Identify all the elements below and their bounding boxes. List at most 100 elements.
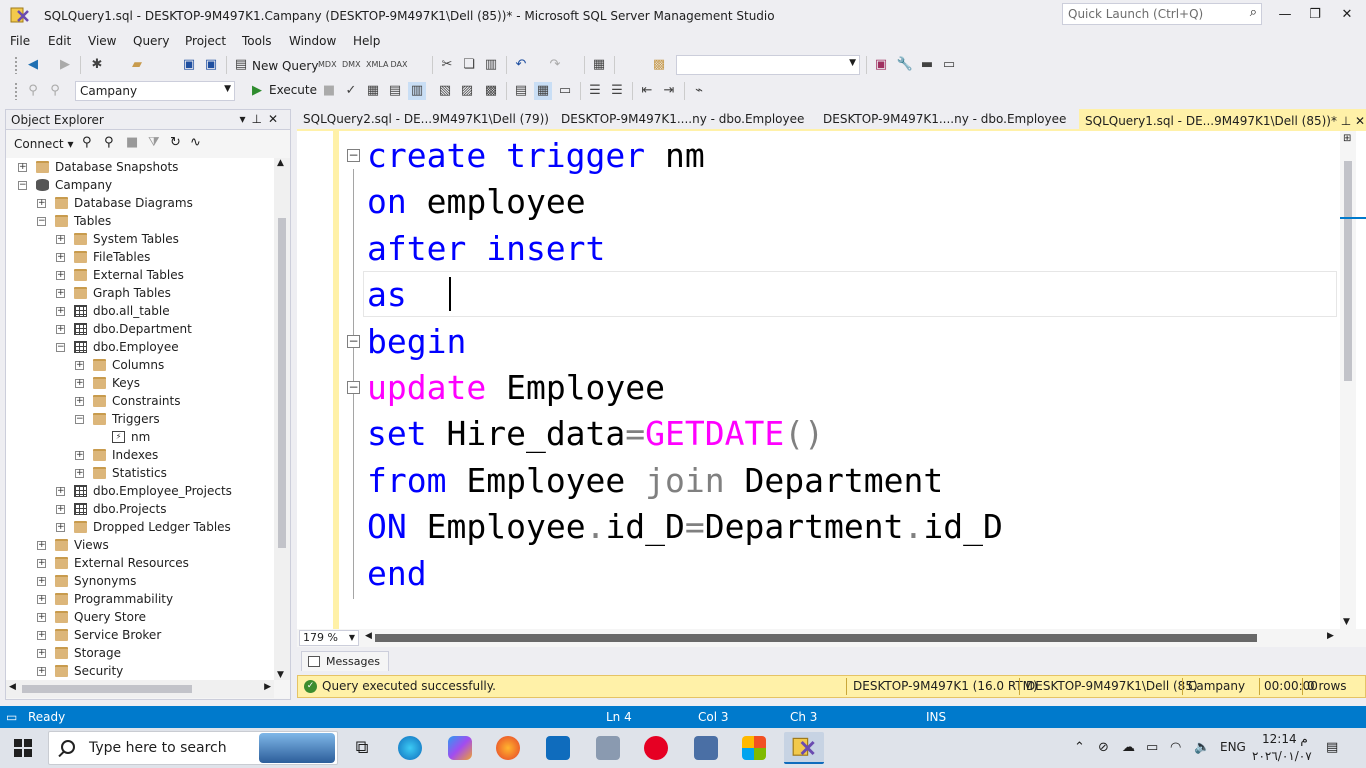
increase-indent-icon[interactable]: ⇥ (660, 82, 678, 100)
results-to-file-icon[interactable]: ▭ (556, 82, 574, 100)
tree-node[interactable]: + dbo.Employee_Projects (6, 482, 274, 500)
command-window-icon[interactable]: ▭ (940, 56, 958, 74)
object-explorer-vertical-scrollbar[interactable]: ▲ ▼ (274, 158, 290, 680)
available-databases-select[interactable]: Campany ▼ (75, 81, 235, 101)
collapse-icon[interactable]: − (18, 181, 27, 190)
refresh-icon[interactable]: ↻ (170, 135, 181, 150)
close-button[interactable]: ✕ (1332, 4, 1362, 26)
expand-icon[interactable]: + (56, 487, 65, 496)
code-line[interactable]: ON Employee.id_D=Department.id_D (367, 504, 1003, 550)
taskbar-search-box[interactable]: Type here to search (48, 731, 338, 765)
horizontal-scrollbar-thumb[interactable] (375, 634, 1257, 642)
stop-icon[interactable]: ■ (126, 135, 138, 150)
pin-icon[interactable]: ⊥ (251, 112, 267, 126)
forward-arrow-icon[interactable]: ▶ (56, 56, 74, 74)
menu-view[interactable]: View (88, 34, 116, 48)
expand-icon[interactable]: + (56, 253, 65, 262)
notifications-icon[interactable]: ▤ (1326, 740, 1338, 755)
edge-browser-icon[interactable] (398, 736, 422, 760)
specify-template-values-icon[interactable]: ⌁ (690, 82, 708, 100)
properties-icon[interactable]: ▣ (872, 56, 890, 74)
comment-lines-icon[interactable]: ☰ (586, 82, 604, 100)
code-line[interactable]: update Employee (367, 365, 665, 411)
expand-icon[interactable]: + (37, 199, 46, 208)
language-indicator[interactable]: ENG (1220, 740, 1246, 754)
tree-node[interactable]: − dbo.Employee (6, 338, 274, 356)
copy-icon[interactable]: ❏ (460, 56, 478, 74)
close-icon[interactable]: ✕ (268, 112, 284, 126)
volume-icon[interactable]: 🔈 (1194, 740, 1210, 755)
new-project-icon[interactable]: ✱ (88, 56, 106, 74)
tree-node[interactable]: + Columns (6, 356, 274, 374)
tree-node[interactable]: + Dropped Ledger Tables (6, 518, 274, 536)
results-to-grid-icon[interactable]: ▦ (534, 82, 552, 100)
tree-node[interactable]: + dbo.Projects (6, 500, 274, 518)
tree-node[interactable]: + Security (6, 662, 274, 680)
task-view-icon[interactable]: ⧉ (350, 736, 374, 760)
query-options-icon[interactable]: ▤ (386, 82, 404, 100)
firefox-icon[interactable] (496, 736, 520, 760)
collapse-icon[interactable]: − (56, 343, 65, 352)
ssms-taskbar-button[interactable] (784, 732, 824, 764)
expand-icon[interactable]: + (75, 397, 84, 406)
tree-node[interactable]: + Service Broker (6, 626, 274, 644)
document-tab[interactable]: SQLQuery1.sql - DE...9M497K1\Dell (85))*… (1079, 109, 1366, 129)
scrollbar-thumb[interactable] (22, 685, 192, 693)
dax-query-icon[interactable]: DAX (390, 56, 408, 74)
tree-node[interactable]: + Views (6, 536, 274, 554)
menu-query[interactable]: Query (133, 34, 169, 48)
menu-window[interactable]: Window (289, 34, 336, 48)
connect-dropdown-button[interactable]: Connect ▾ (14, 137, 73, 151)
expand-icon[interactable]: + (56, 523, 65, 532)
store-icon[interactable] (742, 736, 766, 760)
outlook-icon[interactable] (546, 736, 570, 760)
scroll-up-icon[interactable]: ▲ (277, 158, 284, 168)
collapse-icon[interactable]: − (37, 217, 46, 226)
new-query-icon[interactable]: ▤ (232, 56, 250, 74)
xmla-query-icon[interactable]: XMLA (366, 56, 389, 74)
connect-icon[interactable]: ⚲ (24, 82, 42, 100)
tree-node[interactable]: + External Resources (6, 554, 274, 572)
expand-icon[interactable]: + (18, 163, 27, 172)
clock-time[interactable]: 12:14 م (1262, 732, 1308, 746)
tree-node[interactable]: + FileTables (6, 248, 274, 266)
object-explorer-horizontal-scrollbar[interactable]: ◀ ▶ (6, 680, 274, 698)
tree-node[interactable]: + External Tables (6, 266, 274, 284)
scrollbar-thumb[interactable] (1344, 161, 1352, 381)
chevron-down-icon[interactable]: ▾ (239, 112, 251, 126)
dmx-query-icon[interactable]: DMX (342, 56, 361, 74)
expand-icon[interactable]: + (37, 541, 46, 550)
scroll-down-icon[interactable]: ▼ (1343, 617, 1350, 627)
activity-icon[interactable]: ∿ (190, 135, 201, 150)
expand-icon[interactable]: + (56, 307, 65, 316)
execute-icon[interactable]: ▶ (248, 82, 266, 100)
filter-icon[interactable]: ⧩ (148, 135, 160, 150)
expand-icon[interactable]: + (37, 559, 46, 568)
menu-file[interactable]: File (10, 34, 30, 48)
scroll-right-icon[interactable]: ▶ (264, 682, 271, 692)
expand-icon[interactable]: + (56, 289, 65, 298)
estimated-plan-icon[interactable]: ▦ (364, 82, 382, 100)
tree-node[interactable]: + Keys (6, 374, 274, 392)
messages-tab[interactable]: Messages (301, 651, 389, 671)
tree-node[interactable]: − Tables (6, 212, 274, 230)
expand-icon[interactable]: + (37, 595, 46, 604)
windows-start-icon[interactable] (14, 739, 32, 757)
code-line[interactable]: after insert (367, 226, 605, 272)
tree-node[interactable]: + System Tables (6, 230, 274, 248)
zoom-select[interactable]: 179 % ▼ (299, 630, 359, 646)
cut-icon[interactable]: ✂ (438, 56, 456, 74)
expand-icon[interactable]: + (56, 271, 65, 280)
expand-icon[interactable]: + (37, 577, 46, 586)
expand-icon[interactable]: + (56, 325, 65, 334)
minimize-button[interactable]: — (1270, 4, 1300, 26)
expand-icon[interactable]: + (56, 235, 65, 244)
decrease-indent-icon[interactable]: ⇤ (638, 82, 656, 100)
disconnect-icon[interactable]: ⚲ (46, 82, 64, 100)
save-all-icon[interactable]: ▣ (202, 56, 220, 74)
mdx-query-icon[interactable]: MDX (318, 56, 337, 74)
editor-vertical-scrollbar[interactable]: ⊞ ▼ (1340, 131, 1356, 629)
tree-node[interactable]: − Triggers (6, 410, 274, 428)
chevron-up-icon[interactable]: ⌃ (1074, 740, 1085, 755)
battery-icon[interactable]: ▭ (1146, 740, 1158, 755)
